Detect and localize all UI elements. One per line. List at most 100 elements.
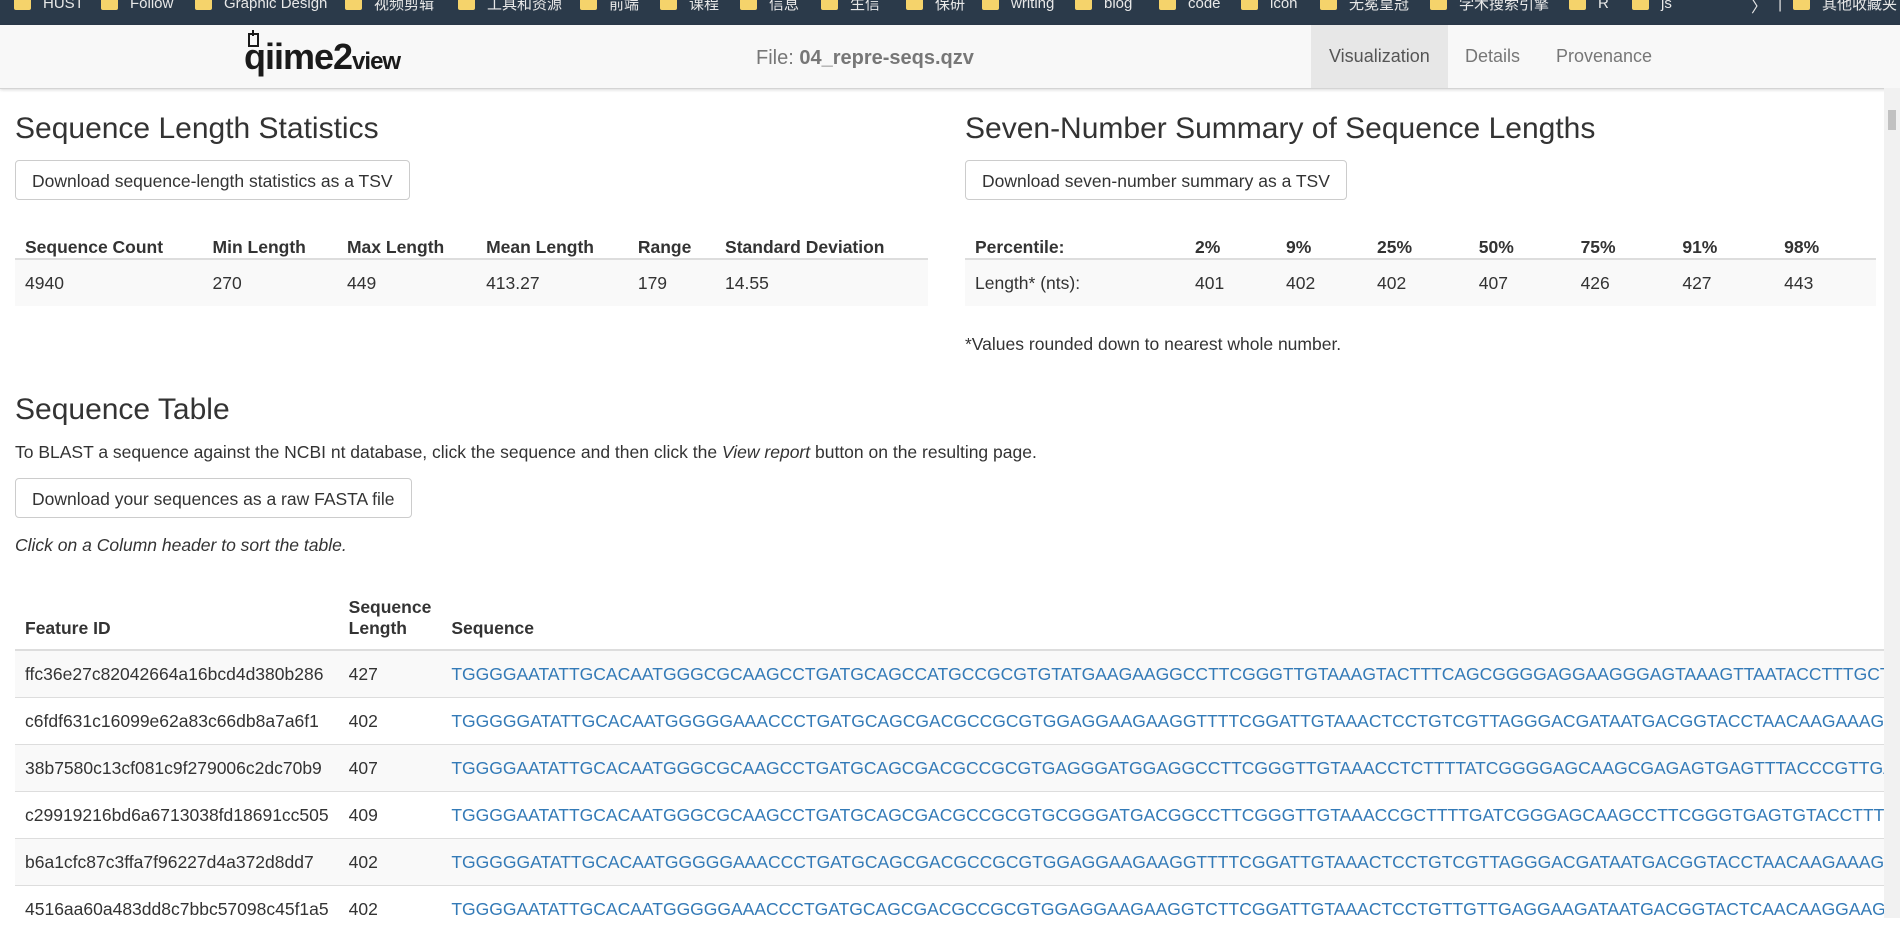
- table-row: 4940 270 449 413.27 179 14.55: [15, 259, 928, 306]
- sequence-cell: TGGGGAATATTGCACAATGGGCGCAAGCCTGATGCAGCCA…: [441, 650, 1900, 698]
- table-cell: 413.27: [476, 259, 628, 306]
- tab-details[interactable]: Details: [1447, 25, 1538, 88]
- sequence-length-header[interactable]: SequenceLength: [339, 573, 442, 650]
- table-cell: 402: [1367, 259, 1469, 306]
- column-header: 91%: [1672, 216, 1774, 259]
- seven-number-table: Percentile: 2% 9% 25% 50% 75% 91% 98% Le…: [965, 216, 1876, 306]
- column-header: Min Length: [203, 216, 337, 259]
- sequence-header[interactable]: Sequence: [441, 573, 1900, 650]
- bookmark-folder[interactable]: Follow: [101, 0, 173, 13]
- bookmark-folder[interactable]: 工具和资源: [458, 0, 562, 13]
- bookmark-folder[interactable]: 生信: [821, 0, 880, 13]
- column-header: 75%: [1571, 216, 1673, 259]
- bookmark-folder[interactable]: 保研: [906, 0, 965, 13]
- file-name: 04_repre-seqs.qzv: [799, 47, 974, 69]
- table-row: c6fdf631c16099e62a83c66db8a7a6f1402TGGGG…: [15, 698, 1900, 745]
- sequence-length-cell: 402: [339, 886, 442, 932]
- bookmark-folder[interactable]: code: [1159, 0, 1221, 13]
- sequence-cell: TGGGGGATATTGCACAATGGGGGAAACCCTGATGCAGCGA…: [441, 839, 1900, 886]
- table-cell: 270: [203, 259, 337, 306]
- table-row: ffc36e27c82042664a16bcd4d380b286427 TGGGG…: [15, 650, 1900, 698]
- tab-visualization[interactable]: Visualization: [1311, 25, 1448, 88]
- sequence-link[interactable]: TGGGGAATATTGCACAATGGGGGAAACCCTGATGCAGCGA…: [451, 899, 1900, 919]
- column-header: Max Length: [337, 216, 476, 259]
- bookmark-folder[interactable]: 其他收藏夹: [1793, 0, 1897, 13]
- table-header-row: Percentile: 2% 9% 25% 50% 75% 91% 98%: [965, 216, 1876, 259]
- bookmark-folder[interactable]: writing: [982, 0, 1054, 13]
- feature-id-header[interactable]: Feature ID: [15, 573, 339, 650]
- tab-provenance[interactable]: Provenance: [1538, 25, 1670, 88]
- bookmark-folder[interactable]: 视频剪辑: [345, 0, 434, 13]
- table-cell: 401: [1185, 259, 1276, 306]
- bookmark-folder[interactable]: icon: [1241, 0, 1298, 13]
- bookmark-label: HUST: [43, 0, 84, 12]
- bookmark-label: 保研: [935, 0, 965, 14]
- folder-icon: [1632, 0, 1649, 10]
- table-cell: 427: [1672, 259, 1774, 306]
- folder-icon: [1793, 0, 1810, 10]
- bookmark-folder[interactable]: 信息: [740, 0, 799, 13]
- sequence-length-cell: 407: [339, 745, 442, 792]
- bookmarks-bar: HUST Follow Graphic Design 视频剪辑 工具和资源 前端 课程 信息 生…: [0, 0, 1900, 25]
- bookmark-folder[interactable]: R: [1569, 0, 1609, 13]
- download-fasta-button[interactable]: Download your sequences as a raw FASTA f…: [15, 478, 412, 518]
- download-length-stats-button[interactable]: Download sequence-length statistics as a…: [15, 160, 410, 200]
- bookmark-folder[interactable]: HUST: [14, 0, 84, 13]
- bookmark-label: 前端: [609, 0, 639, 14]
- sequence-length-cell: 402: [339, 698, 442, 745]
- sequence-link[interactable]: TGGGGGATATTGCACAATGGGGGAAACCCTGATGCAGCGA…: [451, 852, 1900, 872]
- bookmark-folder[interactable]: blog: [1075, 0, 1132, 13]
- bookmark-folder[interactable]: 前端: [580, 0, 639, 13]
- table-row: b6a1cfc87c3ffa7f96227d4a372d8dd7402TGGGG…: [15, 839, 1900, 886]
- table-cell: 407: [1469, 259, 1571, 306]
- sort-hint: Click on a Column header to sort the tab…: [15, 535, 347, 556]
- navbar: qiime2view File: 04_repre-seqs.qzv Visua…: [0, 25, 1900, 89]
- sequence-link[interactable]: TGGGGAATATTGCACAATGGGCGCAAGCCTGATGCAGCCA…: [451, 664, 1900, 684]
- scrollbar[interactable]: [1884, 88, 1900, 918]
- bookmark-label: writing: [1011, 0, 1054, 12]
- folder-icon: [660, 0, 677, 10]
- table-header-row: Sequence Count Min Length Max Length Mea…: [15, 216, 928, 259]
- folder-icon: [101, 0, 118, 10]
- column-header: 25%: [1367, 216, 1469, 259]
- blast-instructions: To BLAST a sequence against the NCBI nt …: [15, 442, 1037, 463]
- sequence-length-cell: 409: [339, 792, 442, 839]
- folder-icon: [458, 0, 475, 10]
- sequence-link[interactable]: TGGGGAATATTGCACAATGGGCGCAAGCCTGATGCAGCGA…: [451, 758, 1900, 778]
- bookmark-folder[interactable]: Graphic Design: [195, 0, 327, 13]
- column-header: 9%: [1276, 216, 1367, 259]
- scrollbar-thumb[interactable]: [1888, 110, 1896, 130]
- table-cell: 179: [628, 259, 715, 306]
- bookmark-label: 生信: [850, 0, 880, 14]
- file-name-label: File: 04_repre-seqs.qzv: [756, 47, 974, 70]
- table-cell: 402: [1276, 259, 1367, 306]
- feature-id-cell: ffc36e27c82042664a16bcd4d380b286: [15, 650, 339, 698]
- download-seven-number-button[interactable]: Download seven-number summary as a TSV: [965, 160, 1347, 200]
- sequence-cell: TGGGGGATATTGCACAATGGGGGAAACCCTGATGCAGCGA…: [441, 698, 1900, 745]
- chevron-right-icon[interactable]: 〉: [1751, 0, 1767, 17]
- column-header: Mean Length: [476, 216, 628, 259]
- folder-icon: [821, 0, 838, 10]
- bookmark-folder[interactable]: 课程: [660, 0, 719, 13]
- sequence-link[interactable]: TGGGGAATATTGCACAATGGGCGCAAGCCTGATGCAGCGA…: [451, 805, 1900, 825]
- sequence-cell: TGGGGAATATTGCACAATGGGCGCAAGCCTGATGCAGCGA…: [441, 745, 1900, 792]
- bookmark-folder[interactable]: 无冕皇冠: [1320, 0, 1409, 13]
- bookmark-folder[interactable]: js: [1632, 0, 1672, 13]
- table-row: 38b7580c13cf081c9f279006c2dc70b9407TGGGG…: [15, 745, 1900, 792]
- bookmark-label: code: [1188, 0, 1221, 12]
- bookmark-label: 工具和资源: [487, 0, 562, 14]
- bookmark-folder[interactable]: 学术搜索引擎: [1430, 0, 1549, 13]
- table-cell: 4940: [15, 259, 203, 306]
- folder-icon: [14, 0, 31, 10]
- sequence-table: Feature ID SequenceLength Sequence ffc36…: [15, 573, 1900, 932]
- folder-icon: [1320, 0, 1337, 10]
- table-cell: 449: [337, 259, 476, 306]
- bookmark-label: icon: [1270, 0, 1298, 12]
- table-row: Length* (nts): 401 402 402 407 426 427 4…: [965, 259, 1876, 306]
- qiime2view-logo[interactable]: qiime2view: [244, 34, 404, 82]
- sequence-cell: TGGGGAATATTGCACAATGGGCGCAAGCCTGATGCAGCGA…: [441, 792, 1900, 839]
- folder-icon: [906, 0, 923, 10]
- folder-icon: [740, 0, 757, 10]
- sequence-link[interactable]: TGGGGGATATTGCACAATGGGGGAAACCCTGATGCAGCGA…: [451, 711, 1900, 731]
- sequence-length-cell: 427: [339, 650, 442, 698]
